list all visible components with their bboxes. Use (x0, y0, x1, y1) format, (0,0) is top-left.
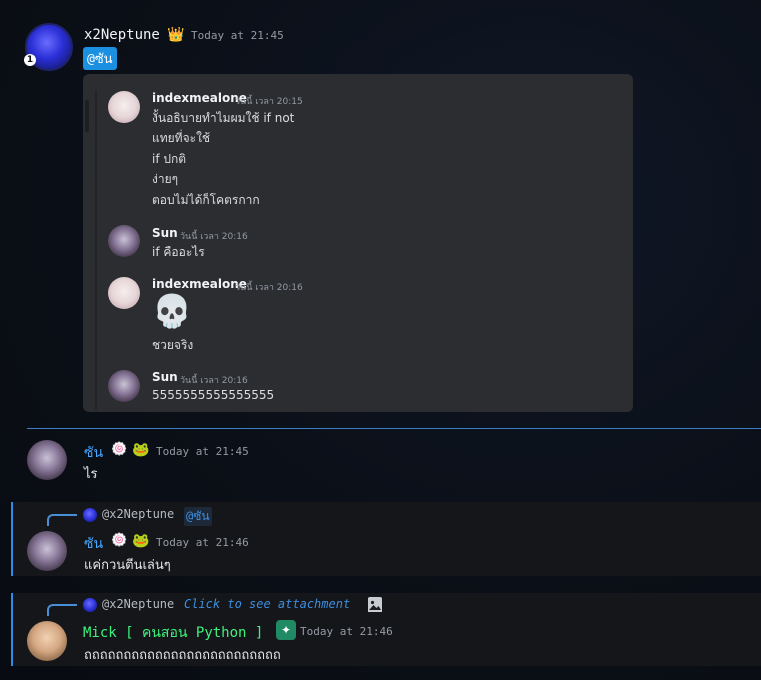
reply-connector (47, 514, 77, 526)
embed-author: Sun (152, 370, 178, 384)
reply-mention[interactable]: @ซัน (184, 507, 212, 526)
new-messages-divider (27, 428, 761, 429)
message-timestamp[interactable]: Today at 21:45 (191, 29, 284, 42)
embed-author: indexmealone (152, 91, 247, 105)
embed-line: งั้นอธิบายทำไมผมใช้ if not (152, 111, 295, 125)
python-badge-icon: ✦ (276, 620, 296, 640)
reply-author[interactable]: @x2Neptune (102, 507, 174, 521)
embed-line: ง่ายๆ (152, 172, 179, 186)
embed-line: ตอบไม่ได้ก็โคตรกาก (152, 193, 260, 207)
attachment-link[interactable]: Click to see attachment (184, 597, 350, 611)
embed-author: Sun (152, 226, 178, 240)
role-badge-icon: 🍥 (111, 442, 128, 457)
embed-avatar-sun (108, 370, 140, 402)
message-timestamp[interactable]: Today at 21:45 (156, 445, 249, 458)
embed-time: วันนี้ เวลา 20:16 (180, 376, 248, 386)
crown-icon: 👑 (167, 27, 185, 43)
avatar-badge: 1 (24, 54, 36, 66)
embed-author: indexmealone (152, 277, 247, 291)
message-content: ไร (84, 467, 98, 482)
highlight-accent (11, 502, 13, 576)
message-timestamp[interactable]: Today at 21:46 (156, 536, 249, 549)
reply-author[interactable]: @x2Neptune (102, 597, 174, 611)
embed-time: วันนี้ เวลา 20:16 (235, 283, 303, 293)
skull-emoji-icon: 💀 (152, 292, 192, 330)
username-sun[interactable]: ซัน (84, 533, 103, 555)
username-x2neptune[interactable]: x2Neptune (84, 27, 160, 43)
message-timestamp[interactable]: Today at 21:46 (300, 625, 393, 638)
user-avatar-sun[interactable] (27, 531, 67, 571)
embed-scrollbar (85, 100, 89, 132)
embed-avatar-sun (108, 225, 140, 257)
reply-connector (47, 604, 77, 616)
user-avatar-sun[interactable] (27, 440, 67, 480)
user-avatar-mick[interactable] (27, 621, 67, 661)
frog-badge-icon: 🐸 (132, 533, 150, 549)
message-content: แค่กวนตีนเล่นๆ (84, 558, 171, 573)
embed-avatar-indexmealone (108, 91, 140, 123)
username-sun[interactable]: ซัน (84, 442, 103, 464)
highlight-accent (11, 593, 13, 666)
embed-time: วันนี้ เวลา 20:16 (180, 232, 248, 242)
role-badge-icon: 🍥 (111, 533, 128, 548)
embed-line: if ปกติ (152, 152, 187, 166)
embed-avatar-indexmealone (108, 277, 140, 309)
embed-line: ชวยจริง (152, 338, 194, 352)
embed-time: วันนี้ เวลา 20:15 (235, 97, 303, 107)
embed-line: if คืออะไร (152, 245, 205, 259)
frog-badge-icon: 🐸 (132, 442, 150, 458)
embed-line: แทยที่จะใช้ (152, 131, 211, 145)
embed-divider (95, 90, 97, 410)
username-mick[interactable]: Mick [ คนสอน Python ] (83, 622, 263, 644)
image-icon (368, 597, 382, 612)
embed-line: 5555555555555555 (152, 388, 275, 402)
mention-chip[interactable]: @ซัน (83, 47, 117, 70)
message-content: ถถถถถถถถถถถถถถถถถถถถถถถถถ (84, 648, 281, 663)
reply-avatar (83, 508, 97, 522)
reply-avatar (83, 598, 97, 612)
